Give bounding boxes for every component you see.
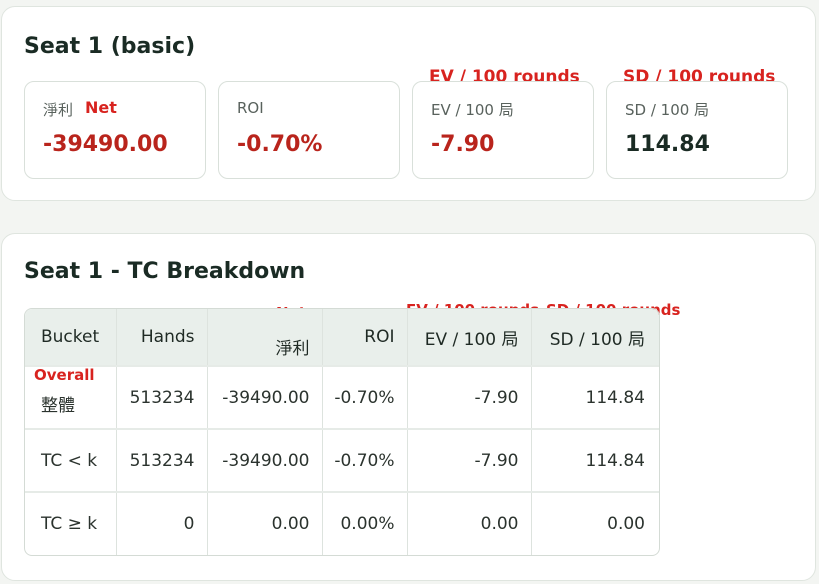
ev-card: EV / 100 局 -7.90 [412,81,594,179]
hands-cell: 0 [116,492,208,555]
col-header-net[interactable]: 淨利 [207,309,323,367]
col-header-net-label: 淨利 [275,338,310,359]
roi-value: -0.70% [237,132,323,157]
tc-breakdown-panel: Seat 1 - TC Breakdown Net EV / 100 round… [1,233,816,581]
ev-cell: 0.00 [407,492,532,555]
bucket-cell: TC < k [25,429,117,493]
col-header-ev[interactable]: EV / 100 局 [407,309,532,367]
col-header-hands[interactable]: Hands [116,309,208,367]
sd-cell: 0.00 [607,514,645,534]
hands-cell: 513234 [116,429,208,493]
col-header-bucket[interactable]: Bucket [25,309,117,367]
ev-card-label: EV / 100 局 [431,101,514,119]
roi-card: ROI -0.70% [218,81,400,179]
tc-table: Bucket Hands 淨利 ROI EV / 100 局 SD / 100 … [24,308,660,556]
sd-cell: 114.84 [531,366,659,430]
net-cell: -39490.00 [207,429,323,493]
basic-stats-panel: Seat 1 (basic) EV / 100 rounds SD / 100 … [1,6,816,201]
bucket-cell: TC ≥ k [25,492,117,555]
roi-card-label: ROI [237,99,264,117]
tc-panel-title: Seat 1 - TC Breakdown [24,259,306,284]
roi-cell: 0.00% [322,492,408,555]
sd-value: 114.84 [625,132,710,157]
table-row: TC < k 513234 -39490.00 -0.70% -7.90 114… [25,429,659,493]
ev-cell: -7.90 [407,429,532,493]
net-annotation: Net [85,98,117,117]
sd-cell: 114.84 [531,429,659,493]
table-row: 整體 513234 -39490.00 -0.70% -7.90 114.84 [25,366,659,430]
net-cell: 0.00 [207,492,323,555]
net-cell: -39490.00 [207,366,323,430]
table-header-row: Bucket Hands 淨利 ROI EV / 100 局 SD / 100 … [25,309,659,367]
overall-annotation: Overall [34,366,95,384]
col-header-roi[interactable]: ROI [322,309,408,367]
roi-cell: -0.70% [322,429,408,493]
bucket-label: 整體 [41,396,75,416]
sd-card-label: SD / 100 局 [625,101,710,119]
ev-cell: -7.90 [407,366,532,430]
sd-card: SD / 100 局 114.84 [606,81,788,179]
col-header-sd[interactable]: SD / 100 局 [531,309,659,367]
basic-panel-title: Seat 1 (basic) [24,34,196,59]
net-value: -39490.00 [43,132,168,157]
net-card-label: 淨利 [43,101,74,119]
roi-cell: -0.70% [322,366,408,430]
table-row: TC ≥ k 0 0.00 0.00% 0.00 0.00 [25,492,659,555]
hands-cell: 513234 [116,366,208,430]
ev-value: -7.90 [431,132,495,157]
net-card: 淨利 Net -39490.00 [24,81,206,179]
